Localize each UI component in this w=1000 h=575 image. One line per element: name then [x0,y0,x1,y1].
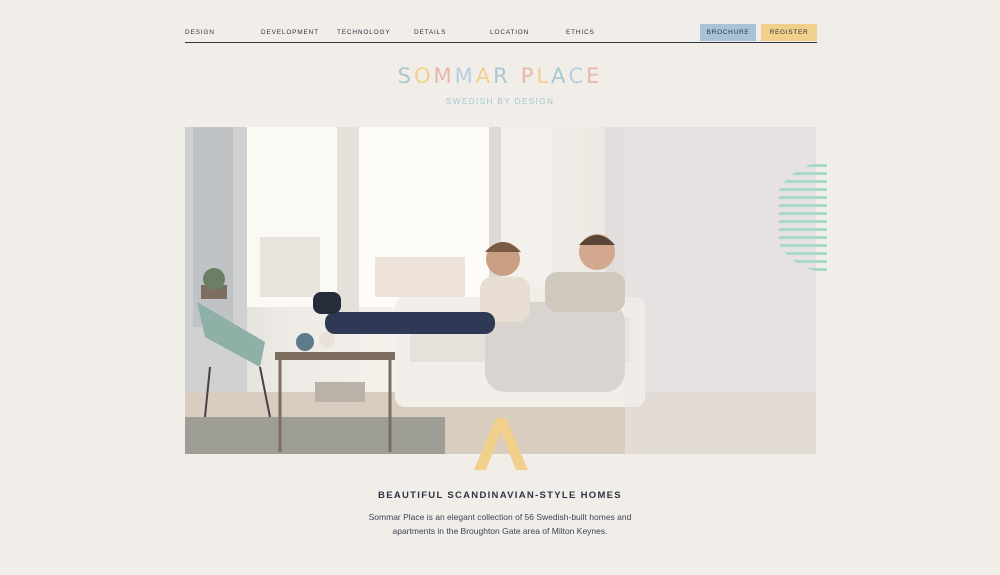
logo-letter: C [568,64,587,88]
logo-letter: S [397,64,414,88]
logo-letter: A [551,64,569,88]
hero-image [185,127,816,454]
a-letter-mark-icon [474,418,528,470]
register-button[interactable]: Register [761,24,817,41]
logo-letter: O [413,64,434,88]
striped-semicircle-decoration [779,164,827,271]
brand-logo[interactable]: SOMMAR PLACE [0,64,1000,88]
nav-technology[interactable]: Technology [337,29,391,36]
logo-letter: P [520,64,537,88]
nav-ethics[interactable]: Ethics [566,29,595,36]
logo-letter: R [493,64,511,88]
brand-tagline: SWEDISH BY DESIGN [445,96,555,106]
nav-development[interactable]: Development [261,29,319,36]
logo-letter: M [454,64,476,88]
logo-letter: L [536,64,552,88]
section-description: Sommar Place is an elegant collection of… [368,512,632,536]
nav-design[interactable]: Design [185,29,215,36]
top-navigation: Design Development Technology Details Lo… [185,24,817,43]
logo-letter: A [475,64,494,88]
section-headline: BEAUTIFUL SCANDINAVIAN-STYLE HOMES [378,490,622,501]
logo-letter: E [586,64,603,88]
logo-letter: M [433,64,455,88]
living-room-photo [185,127,816,454]
nav-details[interactable]: Details [414,29,446,36]
brochure-button[interactable]: Brochure [700,24,756,41]
nav-location[interactable]: Location [490,29,529,36]
